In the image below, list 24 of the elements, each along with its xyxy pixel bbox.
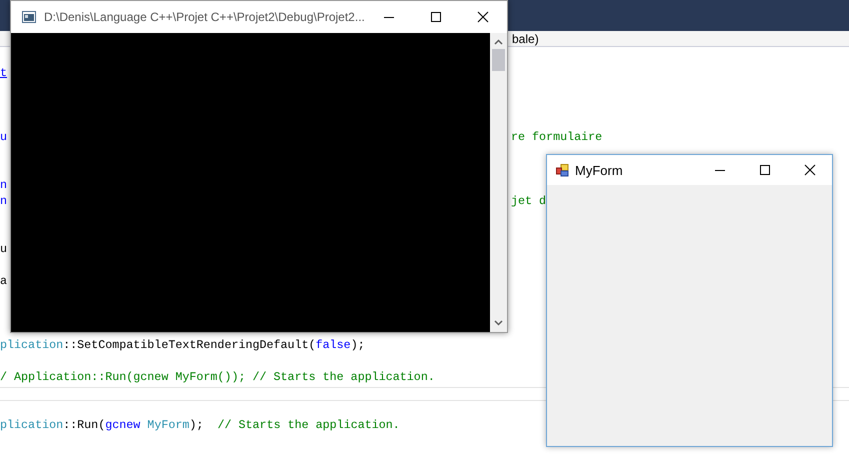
code-line: re formulaire	[511, 129, 604, 145]
scroll-up-icon[interactable]	[494, 39, 503, 45]
code-line: plication::Run(gcnew MyForm); // Starts the application.	[0, 417, 401, 433]
code-line: u	[0, 129, 8, 145]
maximize-icon[interactable]	[759, 164, 771, 176]
code-line: / Application::Run(gcnew MyForm()); // Starts the application.	[0, 369, 436, 385]
code-line: plication::SetCompatibleTextRenderingDefault(false);	[0, 337, 366, 353]
code-line: t	[0, 65, 8, 81]
scrollbar-thumb[interactable]	[492, 49, 505, 71]
window-title: MyForm	[575, 162, 624, 178]
scroll-down-icon[interactable]	[494, 320, 503, 326]
close-icon[interactable]	[477, 11, 489, 23]
form-app-icon	[556, 164, 569, 176]
close-icon[interactable]	[804, 164, 816, 176]
scrollbar[interactable]	[490, 33, 507, 332]
scope-dropdown[interactable]: bale)	[512, 32, 539, 46]
code-line: jet d	[511, 193, 548, 209]
code-line: u	[0, 241, 8, 257]
code-line: a	[0, 273, 8, 289]
window-title: D:\Denis\Language C++\Projet C++\Projet2\Debug\Projet2...	[44, 10, 366, 24]
code-line: n	[0, 177, 8, 193]
code-line: n	[0, 193, 8, 209]
maximize-icon[interactable]	[430, 11, 442, 23]
console-app-icon	[22, 11, 36, 23]
